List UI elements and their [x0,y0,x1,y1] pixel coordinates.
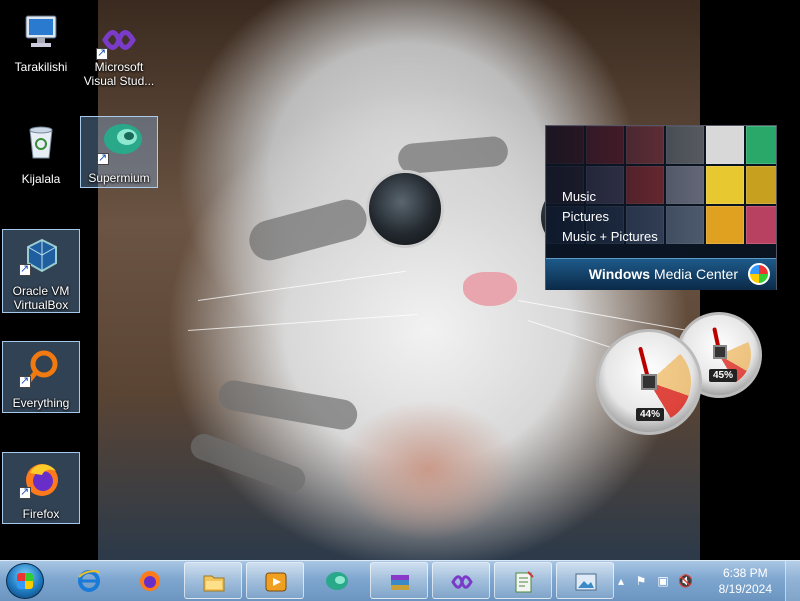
shortcut-arrow-icon [19,262,31,276]
fur-stripe [216,378,360,432]
supermium-icon [325,569,349,593]
firefox-icon [138,569,162,593]
file-explorer-icon [202,570,226,594]
taskbar-button-file-explorer[interactable] [184,562,242,599]
media-center-item-music-pictures[interactable]: Music + Pictures [562,229,658,244]
media-center-gadget[interactable]: Music Pictures Music + Pictures Windows … [545,125,777,290]
clock-time: 6:38 PM [722,566,768,580]
memory-percent: 45% [709,369,738,382]
desktop-icon-kijalala[interactable]: Kijalala [2,116,80,188]
title-rest-text: Media Center [653,266,738,282]
media-center-title-bar[interactable]: Windows Media Center [546,258,776,290]
whisker [517,300,696,333]
desktop-icon-firefox[interactable]: Firefox [2,452,80,524]
action-center-flag-icon[interactable]: ⚑ [634,574,648,588]
windows-photo-viewer-icon [574,570,598,594]
cat-eye-left [366,170,444,248]
shortcut-arrow-icon [97,151,109,165]
taskbar-button-internet-explorer[interactable] [60,562,118,599]
volume-muted-icon[interactable]: 🔇 [678,574,693,588]
network-icon[interactable]: ▣ [656,574,670,588]
shortcut-arrow-icon [19,374,31,388]
clock-date: 8/19/2024 [718,582,772,596]
media-center-item-pictures[interactable]: Pictures [562,209,609,224]
cpu-gauge: 44% [596,329,702,435]
cpu-percent: 44% [636,408,665,421]
cpu-chip-icon [641,374,657,390]
taskbar-button-notepad-plus-plus[interactable] [494,562,552,599]
taskbar-button-winrar[interactable] [370,562,428,599]
computer-icon [21,12,61,52]
icon-label: Oracle VM VirtualBox [12,284,70,312]
notepad-plus-plus-icon [512,570,536,594]
desktop-icon-tarakilishi[interactable]: Tarakilishi [2,6,80,78]
cat-nose [463,272,517,306]
windows-orb-icon [748,263,770,285]
icon-label: Kijalala [21,172,61,186]
desktop-icon-virtualbox[interactable]: Oracle VM VirtualBox [2,229,80,313]
icon-label: Tarakilishi [14,60,68,74]
icon-label: Microsoft Visual Stud... [83,60,155,88]
windows-start-orb-icon[interactable] [6,563,44,599]
shortcut-arrow-icon [96,46,108,60]
icon-label: Supermium [88,171,150,185]
taskbar-button-visual-studio[interactable] [432,562,490,599]
icon-label: Everything [12,396,70,410]
system-tray: ▴ ⚑ ▣ 🔇 6:38 PM 8/19/2024 [610,561,800,601]
taskbar: ▴ ⚑ ▣ 🔇 6:38 PM 8/19/2024 [0,560,800,601]
recycle-bin-icon [21,122,61,162]
taskbar-button-firefox[interactable] [121,562,179,599]
whisker [187,313,418,331]
taskbar-button-photo-viewer[interactable] [556,562,614,599]
windows-flag-icon [17,573,33,589]
desktop-icon-supermium[interactable]: Supermium [80,116,158,188]
title-bold-text: Windows [588,266,651,282]
winrar-icon [388,570,412,594]
internet-explorer-icon [77,569,101,593]
fur-stripe [396,135,510,175]
desktop-icon-everything[interactable]: Everything [2,341,80,413]
desktop-icon-visual-studio[interactable]: Microsoft Visual Stud... [80,14,158,94]
show-hidden-icons-chevron[interactable]: ▴ [614,574,628,588]
windows-media-player-icon [264,570,288,594]
show-desktop-button[interactable] [785,561,800,601]
shortcut-arrow-icon [19,485,31,499]
taskbar-button-media-player[interactable] [246,562,304,599]
fur-stripe [187,430,309,496]
taskbar-button-supermium[interactable] [308,562,366,599]
icon-label: Firefox [22,507,60,521]
clock[interactable]: 6:38 PM 8/19/2024 [719,565,772,597]
memory-chip-icon [713,345,727,359]
media-center-item-music[interactable]: Music [562,189,596,204]
media-center-title: Windows Media Center [589,266,738,282]
whisker [197,270,407,301]
visual-studio-icon [450,570,474,594]
fur-stripe [244,195,372,265]
